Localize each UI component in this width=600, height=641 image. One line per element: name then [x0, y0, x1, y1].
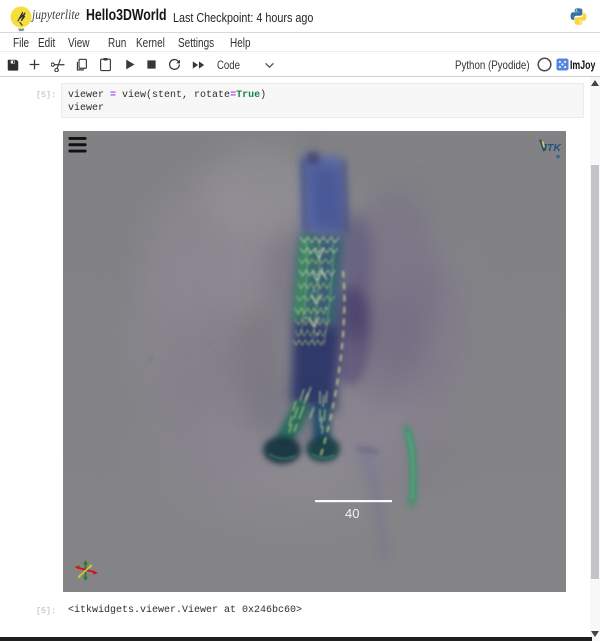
- svg-text:ITK: ITK: [544, 142, 562, 154]
- svg-text:40: 40: [345, 506, 359, 521]
